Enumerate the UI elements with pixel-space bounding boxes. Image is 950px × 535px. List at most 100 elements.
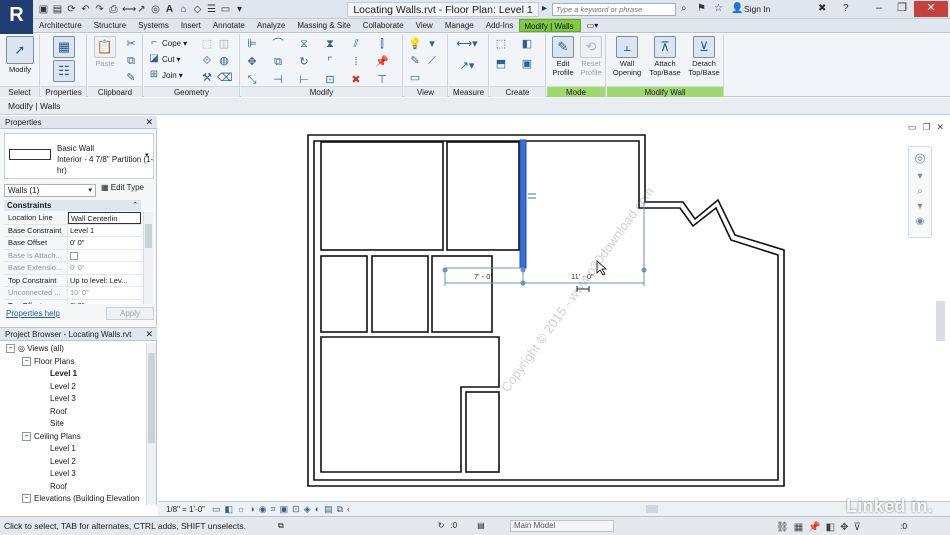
- match-type-icon[interactable]: ✎: [124, 71, 138, 85]
- tab-collaborate[interactable]: Collaborate: [357, 19, 410, 32]
- align-tool-icon[interactable]: ⊫: [245, 37, 259, 51]
- scroll-thumb[interactable]: [148, 353, 155, 443]
- close-hidden-icon[interactable]: ▭: [220, 4, 231, 15]
- create-parts-icon[interactable]: ◧: [520, 37, 534, 51]
- browser-node[interactable]: − ◎ Views (all): [0, 343, 146, 356]
- split-icon[interactable]: ⫽: [349, 37, 363, 51]
- property-row[interactable]: Top Offset0' 0": [4, 299, 141, 304]
- subscription-icon[interactable]: ⚑: [697, 3, 706, 14]
- room-hall[interactable]: [465, 391, 500, 473]
- dimension-left[interactable]: 7' - 0": [474, 272, 493, 281]
- room-closet-a[interactable]: [320, 255, 368, 333]
- 3d-view-icon[interactable]: ⌂: [178, 4, 189, 15]
- close-view-icon[interactable]: ✕: [936, 122, 944, 133]
- exterior-wall-outer[interactable]: [307, 134, 785, 487]
- browser-node[interactable]: − Floor Plans: [0, 356, 146, 369]
- mirror-draw-axis-icon[interactable]: ⧗: [323, 37, 337, 51]
- property-row[interactable]: Base Offset 0' 0": [4, 237, 141, 250]
- collapse-toggle-icon[interactable]: −: [22, 494, 31, 504]
- browser-node[interactable]: Level 2: [0, 381, 146, 394]
- navbar-options-icon[interactable]: ◉: [909, 214, 931, 229]
- property-value[interactable]: Wall Centerlin: [68, 212, 141, 224]
- property-value[interactable]: Level 1: [68, 224, 141, 236]
- demolish-icon[interactable]: ⚒: [200, 71, 214, 85]
- close-icon[interactable]: ✕: [145, 328, 153, 341]
- array-icon[interactable]: ⁞: [349, 55, 363, 69]
- drawing-area[interactable]: 7' - 0" 11' - 0" Copyright © 2015 - www.…: [158, 116, 950, 500]
- chevron-down-icon[interactable]: ▾: [145, 151, 149, 159]
- tab-massing-site[interactable]: Massing & Site: [291, 19, 356, 32]
- instance-filter-select[interactable]: Walls (1) ▾: [4, 184, 96, 197]
- save-icon[interactable]: ▤: [52, 4, 63, 15]
- property-value[interactable]: 0' 0": [68, 262, 141, 274]
- apply-button[interactable]: Apply: [106, 307, 154, 320]
- collapse-icon[interactable]: ⌃: [132, 200, 138, 211]
- highlight-displacement-icon[interactable]: ‹: [347, 504, 350, 514]
- sun-path-icon[interactable]: ☼: [237, 504, 245, 514]
- scroll-thumb[interactable]: [646, 505, 658, 513]
- properties-help-link[interactable]: Properties help: [6, 309, 60, 318]
- help-icon[interactable]: ?: [843, 3, 849, 14]
- trim-multiple-icon[interactable]: ⊢: [297, 73, 311, 87]
- mirror-pick-axis-icon[interactable]: ⧖: [297, 37, 311, 51]
- browser-scrollbar[interactable]: [146, 343, 156, 505]
- steering-wheel-icon[interactable]: ◎: [909, 147, 931, 169]
- select-underlay-icon[interactable]: ▦: [794, 519, 803, 535]
- tab-add-ins[interactable]: Add-Ins: [480, 19, 520, 32]
- maximize-button[interactable]: ❐: [891, 1, 913, 17]
- paint-icon[interactable]: ◍: [217, 54, 231, 68]
- help-search-input[interactable]: Type a keyword or phrase: [552, 3, 676, 16]
- close-icon[interactable]: ✕: [145, 116, 153, 129]
- property-row[interactable]: Location Line Wall Centerlin: [4, 212, 141, 225]
- linework-icon[interactable]: ⟋: [425, 54, 439, 68]
- create-group-icon[interactable]: ⬒: [494, 57, 508, 71]
- minimize-button[interactable]: –: [868, 1, 890, 17]
- scale-icon[interactable]: ⤡: [245, 73, 259, 87]
- cut-geometry-button[interactable]: ◪ Cut ▾: [148, 52, 180, 66]
- remove-paint-icon[interactable]: ⌫: [217, 71, 233, 85]
- filter-icon[interactable]: ⊽: [853, 519, 860, 535]
- select-box-icon[interactable]: ▭: [408, 71, 422, 85]
- property-value[interactable]: 10' 0": [68, 287, 141, 299]
- sign-in-button[interactable]: Sign In: [744, 4, 770, 14]
- tab-systems[interactable]: Systems: [132, 19, 175, 32]
- property-row[interactable]: Base Extensio... 0' 0": [4, 262, 141, 275]
- section-icon[interactable]: ◇: [192, 4, 203, 15]
- trim-single-icon[interactable]: ⊣: [271, 73, 285, 87]
- collapse-toggle-icon[interactable]: −: [22, 431, 31, 441]
- property-value[interactable]: 0' 0": [68, 237, 141, 249]
- cut-icon[interactable]: ✂: [124, 37, 138, 51]
- wall-flip-control[interactable]: [528, 193, 536, 199]
- room-living[interactable]: [320, 336, 500, 473]
- print-icon[interactable]: ⎙: [108, 4, 119, 15]
- copy-element-icon[interactable]: ⧉: [271, 55, 285, 69]
- constraints-group-header[interactable]: Constraints ⌃: [4, 200, 141, 211]
- tab-options-icon[interactable]: ▭▾: [581, 19, 605, 32]
- pin-icon[interactable]: 📌: [375, 55, 389, 69]
- analytical-model-icon[interactable]: ⧉: [337, 504, 343, 515]
- close-button[interactable]: ✕: [914, 1, 948, 17]
- join-button[interactable]: ⊞ Join ▾: [148, 68, 183, 82]
- thin-lines-icon[interactable]: ☰: [206, 4, 217, 15]
- delete-icon[interactable]: ✖: [349, 73, 363, 87]
- move-icon[interactable]: ✥: [245, 55, 259, 69]
- view-dropdown-icon[interactable]: ▾: [425, 37, 439, 51]
- exterior-wall-inner[interactable]: [313, 140, 779, 481]
- text-icon[interactable]: A: [164, 4, 175, 15]
- design-options-icon[interactable]: ▤: [477, 519, 485, 533]
- open-icon[interactable]: ▣: [38, 4, 49, 15]
- property-value[interactable]: Up to level: Lev...: [68, 274, 141, 286]
- checkbox[interactable]: [70, 251, 78, 260]
- properties-scrollbar[interactable]: [143, 212, 153, 304]
- offset-icon[interactable]: ⌒: [271, 37, 285, 51]
- select-panel-label[interactable]: Select: [0, 86, 39, 97]
- render-icon[interactable]: ◉: [259, 504, 267, 515]
- design-option-select[interactable]: Main Model: [510, 520, 614, 532]
- unlock-3d-icon[interactable]: ⊡: [292, 504, 300, 515]
- split-face-icon[interactable]: ◫: [217, 37, 231, 51]
- unpin-icon[interactable]: ⊡: [323, 73, 337, 87]
- tab-insert[interactable]: Insert: [175, 19, 207, 32]
- tab-annotate[interactable]: Annotate: [207, 19, 251, 32]
- detach-top-base-button[interactable]: ⊻ Detach Top/Base: [685, 36, 723, 77]
- create-assembly-icon[interactable]: ⬚: [494, 37, 508, 51]
